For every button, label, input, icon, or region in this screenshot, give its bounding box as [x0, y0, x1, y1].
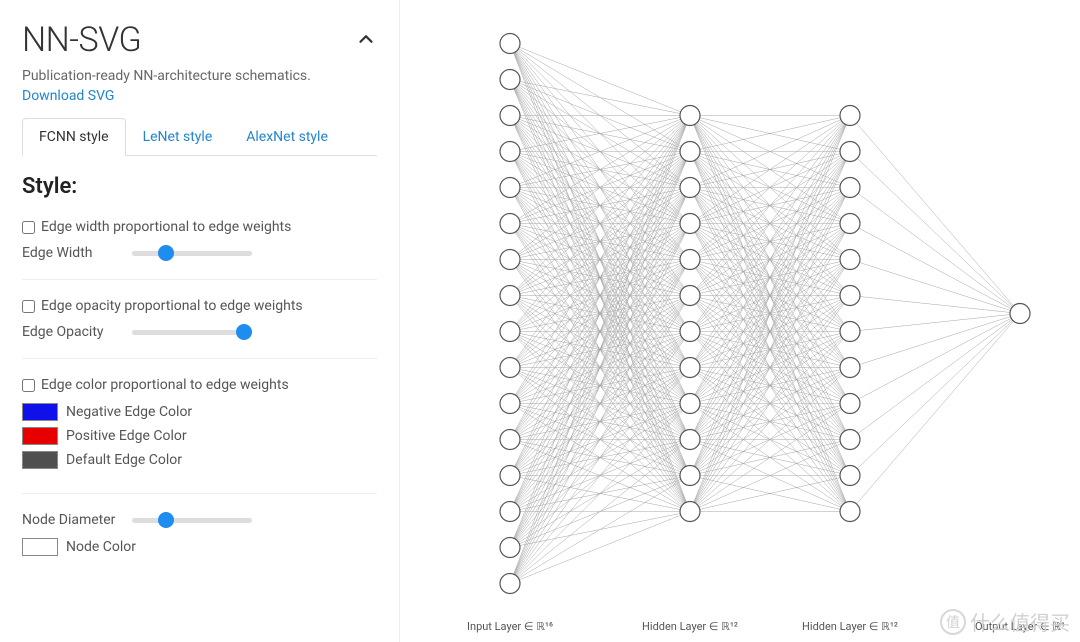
edge-width-prop-checkbox[interactable]	[22, 221, 35, 234]
subtitle: Publication-ready NN-architecture schema…	[22, 68, 377, 84]
tab-fcnn[interactable]: FCNN style	[22, 118, 126, 156]
positive-color-swatch[interactable]	[22, 427, 58, 445]
edge-opacity-slider[interactable]	[132, 330, 252, 335]
edge-width-prop-label: Edge width proportional to edge weights	[41, 219, 291, 235]
negative-color-label: Negative Edge Color	[66, 404, 192, 420]
tab-alexnet[interactable]: AlexNet style	[229, 118, 345, 156]
layer-label: Hidden Layer ∈ ℝ¹²	[802, 620, 898, 633]
layer-label: Output Layer ∈ ℝ¹	[975, 620, 1065, 633]
node-color-swatch[interactable]	[22, 538, 58, 556]
node-group: Node Diameter Node Color	[22, 512, 377, 580]
style-heading: Style:	[22, 174, 377, 199]
edge-color-group: Edge color proportional to edge weights …	[22, 377, 377, 494]
network-canvas: Input Layer ∈ ℝ¹⁶ Hidden Layer ∈ ℝ¹² Hidde…	[400, 0, 1080, 642]
layer-label: Hidden Layer ∈ ℝ¹²	[642, 620, 738, 633]
negative-color-swatch[interactable]	[22, 403, 58, 421]
default-color-swatch[interactable]	[22, 451, 58, 469]
edge-opacity-label: Edge Opacity	[22, 324, 122, 340]
node-diameter-slider[interactable]	[132, 518, 252, 523]
default-color-label: Default Edge Color	[66, 452, 182, 468]
node-color-label: Node Color	[66, 539, 136, 555]
edge-opacity-prop-label: Edge opacity proportional to edge weight…	[41, 298, 303, 314]
positive-color-label: Positive Edge Color	[66, 428, 187, 444]
edge-color-prop-checkbox[interactable]	[22, 379, 35, 392]
edge-width-slider[interactable]	[132, 251, 252, 256]
app-title: NN-SVG	[22, 20, 141, 60]
edge-opacity-group: Edge opacity proportional to edge weight…	[22, 298, 377, 359]
edge-color-prop-label: Edge color proportional to edge weights	[41, 377, 289, 393]
download-svg-link[interactable]: Download SVG	[22, 88, 114, 104]
node-diameter-label: Node Diameter	[22, 512, 122, 528]
tabs: FCNN style LeNet style AlexNet style	[22, 118, 377, 156]
edge-width-label: Edge Width	[22, 245, 122, 261]
collapse-chevron-icon[interactable]	[355, 28, 377, 54]
layer-label: Input Layer ∈ ℝ¹⁶	[467, 620, 553, 633]
edge-width-group: Edge width proportional to edge weights …	[22, 219, 377, 280]
sidebar: NN-SVG Publication-ready NN-architecture…	[0, 0, 400, 642]
tab-lenet[interactable]: LeNet style	[126, 118, 230, 156]
edge-opacity-prop-checkbox[interactable]	[22, 300, 35, 313]
